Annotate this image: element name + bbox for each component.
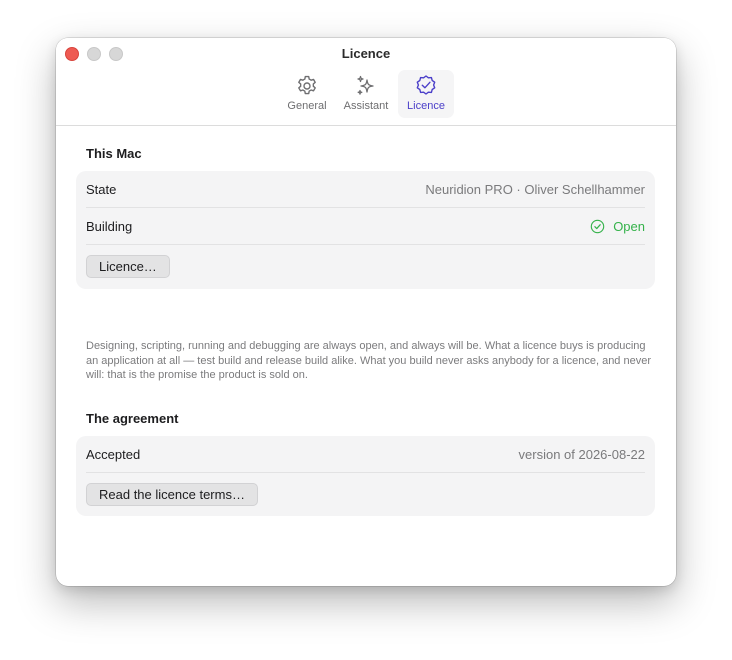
building-row: Building Open: [86, 208, 645, 244]
tab-licence[interactable]: Licence: [398, 70, 454, 118]
row-divider: [86, 472, 645, 473]
row-divider: [86, 244, 645, 245]
preferences-window: Licence General Assistant Licence This M…: [56, 38, 676, 586]
section-title-this-mac: This Mac: [86, 146, 142, 161]
state-row: State Neuridion PRO · Oliver Schellhamme…: [86, 171, 645, 207]
sparkles-icon: [357, 75, 374, 95]
accepted-version-value: version of 2026-08-22: [518, 447, 645, 462]
state-value: Neuridion PRO · Oliver Schellhammer: [425, 182, 645, 197]
checkmark-circle-icon: [590, 219, 605, 234]
building-label: Building: [86, 219, 133, 234]
agreement-group: Accepted version of 2026-08-22 Read the …: [76, 436, 655, 516]
accepted-label: Accepted: [86, 447, 141, 462]
this-mac-group: State Neuridion PRO · Oliver Schellhamme…: [76, 171, 655, 289]
licence-button[interactable]: Licence…: [86, 255, 170, 278]
checkmark-seal-icon: [416, 75, 436, 95]
licence-footnote: Designing, scripting, running and debugg…: [86, 340, 652, 381]
tab-label: General: [287, 100, 327, 112]
accepted-row: Accepted version of 2026-08-22: [86, 436, 645, 472]
licence-pane: This Mac State Neuridion PRO · Oliver Sc…: [56, 126, 676, 586]
gear-icon: [298, 75, 316, 95]
toolbar: Licence General Assistant Licence: [56, 38, 676, 126]
tab-general[interactable]: General: [284, 70, 330, 118]
tab-assistant[interactable]: Assistant: [338, 70, 394, 118]
read-licence-terms-button[interactable]: Read the licence terms…: [86, 483, 258, 506]
state-label: State: [86, 182, 117, 197]
tab-label: Assistant: [343, 100, 389, 112]
window-title: Licence: [341, 46, 391, 61]
section-title-agreement: The agreement: [86, 411, 179, 426]
tab-label: Licence: [407, 100, 445, 112]
building-status-value: Open: [613, 219, 645, 234]
